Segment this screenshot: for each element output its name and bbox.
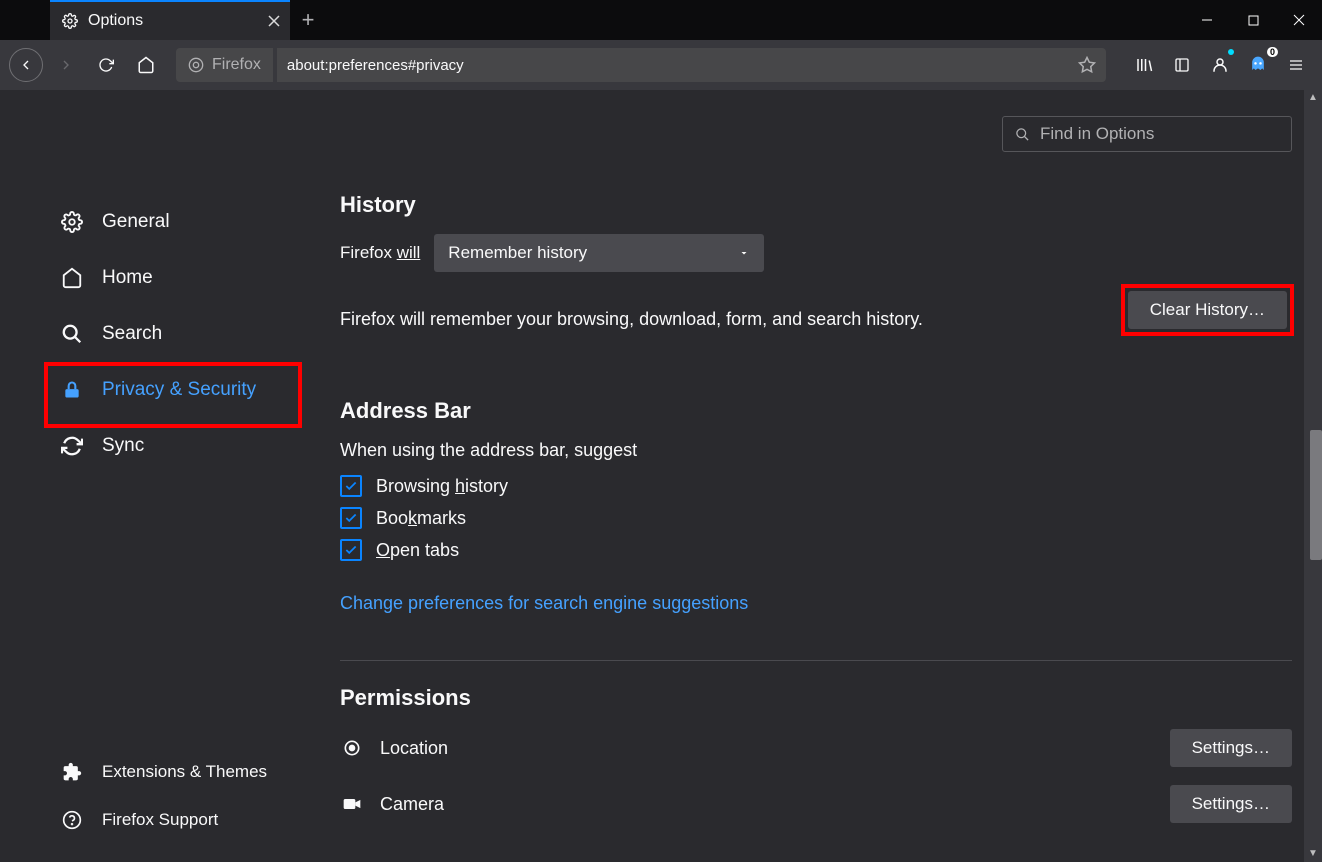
- sidebar-item-home[interactable]: Home: [0, 250, 300, 306]
- search-options-input[interactable]: Find in Options: [1002, 116, 1292, 152]
- preferences-content: General Home Search Privacy & Security S…: [0, 90, 1322, 862]
- sidebar-button[interactable]: [1164, 47, 1200, 83]
- chevron-down-icon: [738, 247, 750, 259]
- sidebar-item-search[interactable]: Search: [0, 306, 300, 362]
- history-mode-select[interactable]: Remember history: [434, 234, 764, 272]
- notification-dot-icon: [1228, 49, 1234, 55]
- new-tab-button[interactable]: +: [290, 0, 326, 40]
- sidebar-label: Search: [102, 323, 162, 345]
- sidebar-item-sync[interactable]: Sync: [0, 418, 300, 474]
- home-button[interactable]: [128, 47, 164, 83]
- sidebar-item-privacy[interactable]: Privacy & Security: [0, 362, 300, 418]
- sidebar-extensions[interactable]: Extensions & Themes: [0, 748, 300, 796]
- extension-badge-count: 0: [1267, 47, 1278, 57]
- checkbox-label: Open tabs: [376, 540, 459, 561]
- category-sidebar: General Home Search Privacy & Security S…: [0, 90, 300, 862]
- close-window-button[interactable]: [1276, 0, 1322, 40]
- addressbar-heading: Address Bar: [340, 398, 1292, 424]
- reload-button[interactable]: [88, 47, 124, 83]
- location-icon: [340, 738, 364, 758]
- nav-toolbar: Firefox about:preferences#privacy 0: [0, 40, 1322, 90]
- sidebar-label: Sync: [102, 435, 144, 457]
- sidebar-support[interactable]: Firefox Support: [0, 796, 300, 844]
- history-heading: History: [340, 192, 1292, 218]
- search-icon: [60, 323, 84, 345]
- vertical-scrollbar[interactable]: ▲ ▼: [1304, 90, 1322, 862]
- search-suggestions-link[interactable]: Change preferences for search engine sug…: [340, 593, 748, 614]
- location-settings-button[interactable]: Settings…: [1170, 729, 1292, 767]
- url-bar[interactable]: about:preferences#privacy: [277, 48, 1106, 82]
- library-button[interactable]: [1126, 47, 1162, 83]
- checkbox-browsing-history[interactable]: Browsing history: [340, 475, 1292, 497]
- camera-settings-button[interactable]: Settings…: [1170, 785, 1292, 823]
- checkbox-label: Browsing history: [376, 476, 508, 497]
- url-text: about:preferences#privacy: [287, 57, 464, 74]
- identity-label: Firefox: [212, 56, 261, 74]
- forward-button[interactable]: [48, 47, 84, 83]
- help-icon: [60, 810, 84, 830]
- account-button[interactable]: [1202, 47, 1238, 83]
- search-placeholder: Find in Options: [1040, 124, 1154, 144]
- clear-history-button[interactable]: Clear History…: [1128, 291, 1287, 329]
- home-icon: [60, 267, 84, 289]
- identity-box[interactable]: Firefox: [176, 48, 273, 82]
- sidebar-item-general[interactable]: General: [0, 194, 300, 250]
- sidebar-label: Extensions & Themes: [102, 762, 267, 782]
- puzzle-icon: [60, 762, 84, 782]
- window-controls: [1184, 0, 1322, 40]
- checkbox-open-tabs[interactable]: Open tabs: [340, 539, 1292, 561]
- tab-title: Options: [88, 12, 143, 30]
- gear-icon: [60, 211, 84, 233]
- scroll-up-icon[interactable]: ▲: [1307, 92, 1319, 104]
- permission-label: Camera: [380, 794, 444, 815]
- select-value: Remember history: [448, 243, 587, 263]
- scrollbar-thumb[interactable]: [1310, 430, 1322, 560]
- separator: [340, 660, 1292, 661]
- ghostery-extension-button[interactable]: 0: [1240, 47, 1276, 83]
- history-label: Firefox will: [340, 243, 420, 263]
- tab-strip: Options +: [50, 0, 326, 40]
- checkbox-icon: [340, 507, 362, 529]
- app-menu-button[interactable]: [1278, 47, 1314, 83]
- tab-options[interactable]: Options: [50, 0, 290, 40]
- checkbox-label: Bookmarks: [376, 508, 466, 529]
- sidebar-label: General: [102, 211, 170, 233]
- sidebar-label: Home: [102, 267, 153, 289]
- back-button[interactable]: [8, 47, 44, 83]
- sidebar-label: Privacy & Security: [102, 379, 256, 401]
- lock-icon: [60, 380, 84, 400]
- main-pane: Find in Options History Firefox will Rem…: [300, 90, 1322, 862]
- maximize-button[interactable]: [1230, 0, 1276, 40]
- permissions-heading: Permissions: [340, 685, 1292, 711]
- gear-icon: [62, 13, 78, 29]
- sidebar-label: Firefox Support: [102, 810, 218, 830]
- titlebar: Options +: [0, 0, 1322, 40]
- camera-icon: [340, 794, 364, 814]
- history-description: Firefox will remember your browsing, dow…: [340, 309, 923, 330]
- bookmark-star-icon[interactable]: [1078, 56, 1096, 74]
- sync-icon: [60, 435, 84, 457]
- minimize-button[interactable]: [1184, 0, 1230, 40]
- addressbar-subtitle: When using the address bar, suggest: [340, 440, 1292, 461]
- checkbox-icon: [340, 539, 362, 561]
- checkbox-icon: [340, 475, 362, 497]
- checkbox-bookmarks[interactable]: Bookmarks: [340, 507, 1292, 529]
- scroll-down-icon[interactable]: ▼: [1307, 848, 1319, 860]
- permission-label: Location: [380, 738, 448, 759]
- close-tab-icon[interactable]: [268, 15, 280, 27]
